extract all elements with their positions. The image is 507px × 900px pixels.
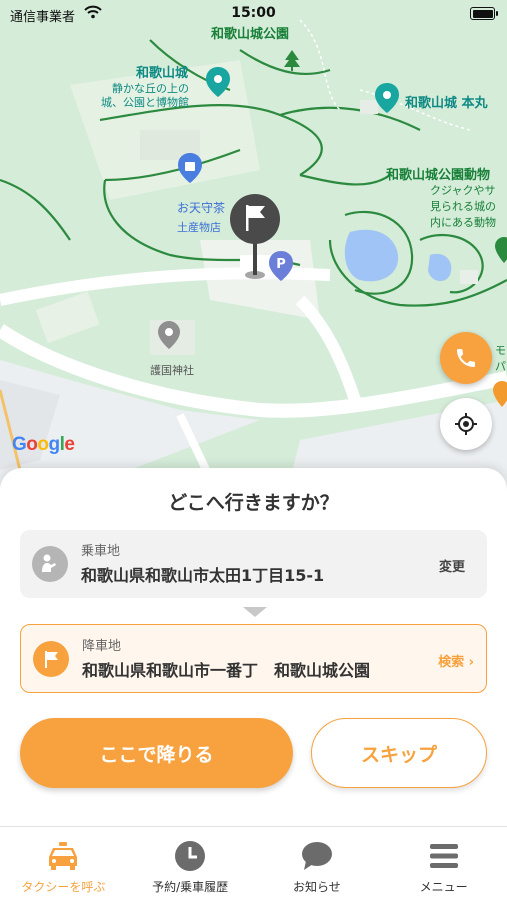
tab-call-taxi[interactable]: タクシーを呼ぶ <box>0 827 127 900</box>
map-label-castle-desc-2: 城、公園と博物館 <box>101 96 189 109</box>
map-label-castle: 和歌山城 <box>136 66 189 81</box>
skip-button[interactable]: スキップ <box>311 718 487 788</box>
dropoff-address: 和歌山県和歌山市一番丁 和歌山城公園 <box>82 661 371 680</box>
pickup-label: 乗車地 <box>81 544 121 559</box>
zoo-poi-icon[interactable] <box>494 236 507 264</box>
map-label-zoo: 和歌山城公園動物 <box>386 168 491 183</box>
castle-keep-poi-icon[interactable] <box>374 82 400 114</box>
taxi-icon <box>46 839 80 873</box>
dropoff-label: 降車地 <box>82 639 122 654</box>
drop-here-button[interactable]: ここで降りる <box>20 718 293 788</box>
map-label-castle-desc-1: 静かな丘の上の <box>112 82 189 95</box>
pickup-address: 和歌山県和歌山市太田1丁目15-1 <box>81 566 325 585</box>
chat-bubble-icon <box>300 839 334 873</box>
tab-menu[interactable]: メニュー <box>380 827 507 900</box>
locate-me-button[interactable] <box>440 398 492 450</box>
pickup-change-button[interactable]: 変更 <box>439 556 465 575</box>
status-time: 15:00 <box>231 5 276 21</box>
flag-pin-icon[interactable] <box>227 193 283 281</box>
down-arrow-icon <box>243 607 267 617</box>
tab-notices[interactable]: お知らせ <box>254 827 381 900</box>
map-label-shop-category: 土産物店 <box>177 221 221 234</box>
tab-call-taxi-label: タクシーを呼ぶ <box>21 880 106 894</box>
call-button[interactable] <box>440 332 492 384</box>
dropoff-flag-icon <box>33 641 69 677</box>
map-view[interactable]: P 和歌山城公園 和歌山城 静かな丘の上の 城、公園と博物館 和歌山城 本丸 和… <box>0 0 507 520</box>
shop-poi-icon[interactable] <box>177 152 203 184</box>
park-tree-icon[interactable] <box>280 48 304 72</box>
sheet-title: どこへ行きますか？ <box>168 492 339 514</box>
pickup-person-icon <box>32 546 68 582</box>
battery-icon <box>470 7 498 20</box>
shrine-poi-icon[interactable] <box>157 320 181 350</box>
dropoff-card[interactable]: 降車地 和歌山県和歌山市一番丁 和歌山城公園 検索 › <box>20 624 487 693</box>
tab-notices-label: お知らせ <box>292 880 341 894</box>
map-label-zoo-desc-1: クジャクやサ <box>430 184 496 197</box>
edge-poi-icon[interactable] <box>492 380 507 408</box>
map-label-shop: お天守茶 <box>177 201 226 215</box>
crosshair-icon <box>455 413 477 435</box>
menu-icon <box>427 839 461 873</box>
tab-history-label: 予約/乗車履歴 <box>152 880 229 894</box>
google-logo: Google <box>12 434 75 455</box>
status-bar: 通信事業者 15:00 <box>0 0 507 30</box>
map-label-castle-keep: 和歌山城 本丸 <box>405 96 488 111</box>
tab-bar: タクシーを呼ぶ 予約/乗車履歴 お知らせ メニュー <box>0 826 507 900</box>
map-label-shrine: 護国神社 <box>150 364 194 377</box>
map-label-zoo-desc-2: 見られる城の <box>430 200 496 213</box>
dropoff-search-button[interactable]: 検索 › <box>438 651 474 670</box>
castle-poi-icon[interactable] <box>205 66 231 98</box>
map-label-edge-2: パ <box>495 360 506 373</box>
tab-menu-label: メニュー <box>419 880 468 894</box>
tab-history[interactable]: 予約/乗車履歴 <box>127 827 254 900</box>
map-label-edge-1: モ <box>495 344 506 357</box>
map-label-zoo-desc-3: 内にある動物 <box>430 216 496 229</box>
phone-icon <box>457 349 475 367</box>
destination-sheet: どこへ行きますか？ 乗車地 和歌山県和歌山市太田1丁目15-1 変更 降車地 和… <box>0 468 507 828</box>
pickup-card[interactable]: 乗車地 和歌山県和歌山市太田1丁目15-1 変更 <box>20 530 487 598</box>
clock-icon <box>173 839 207 873</box>
